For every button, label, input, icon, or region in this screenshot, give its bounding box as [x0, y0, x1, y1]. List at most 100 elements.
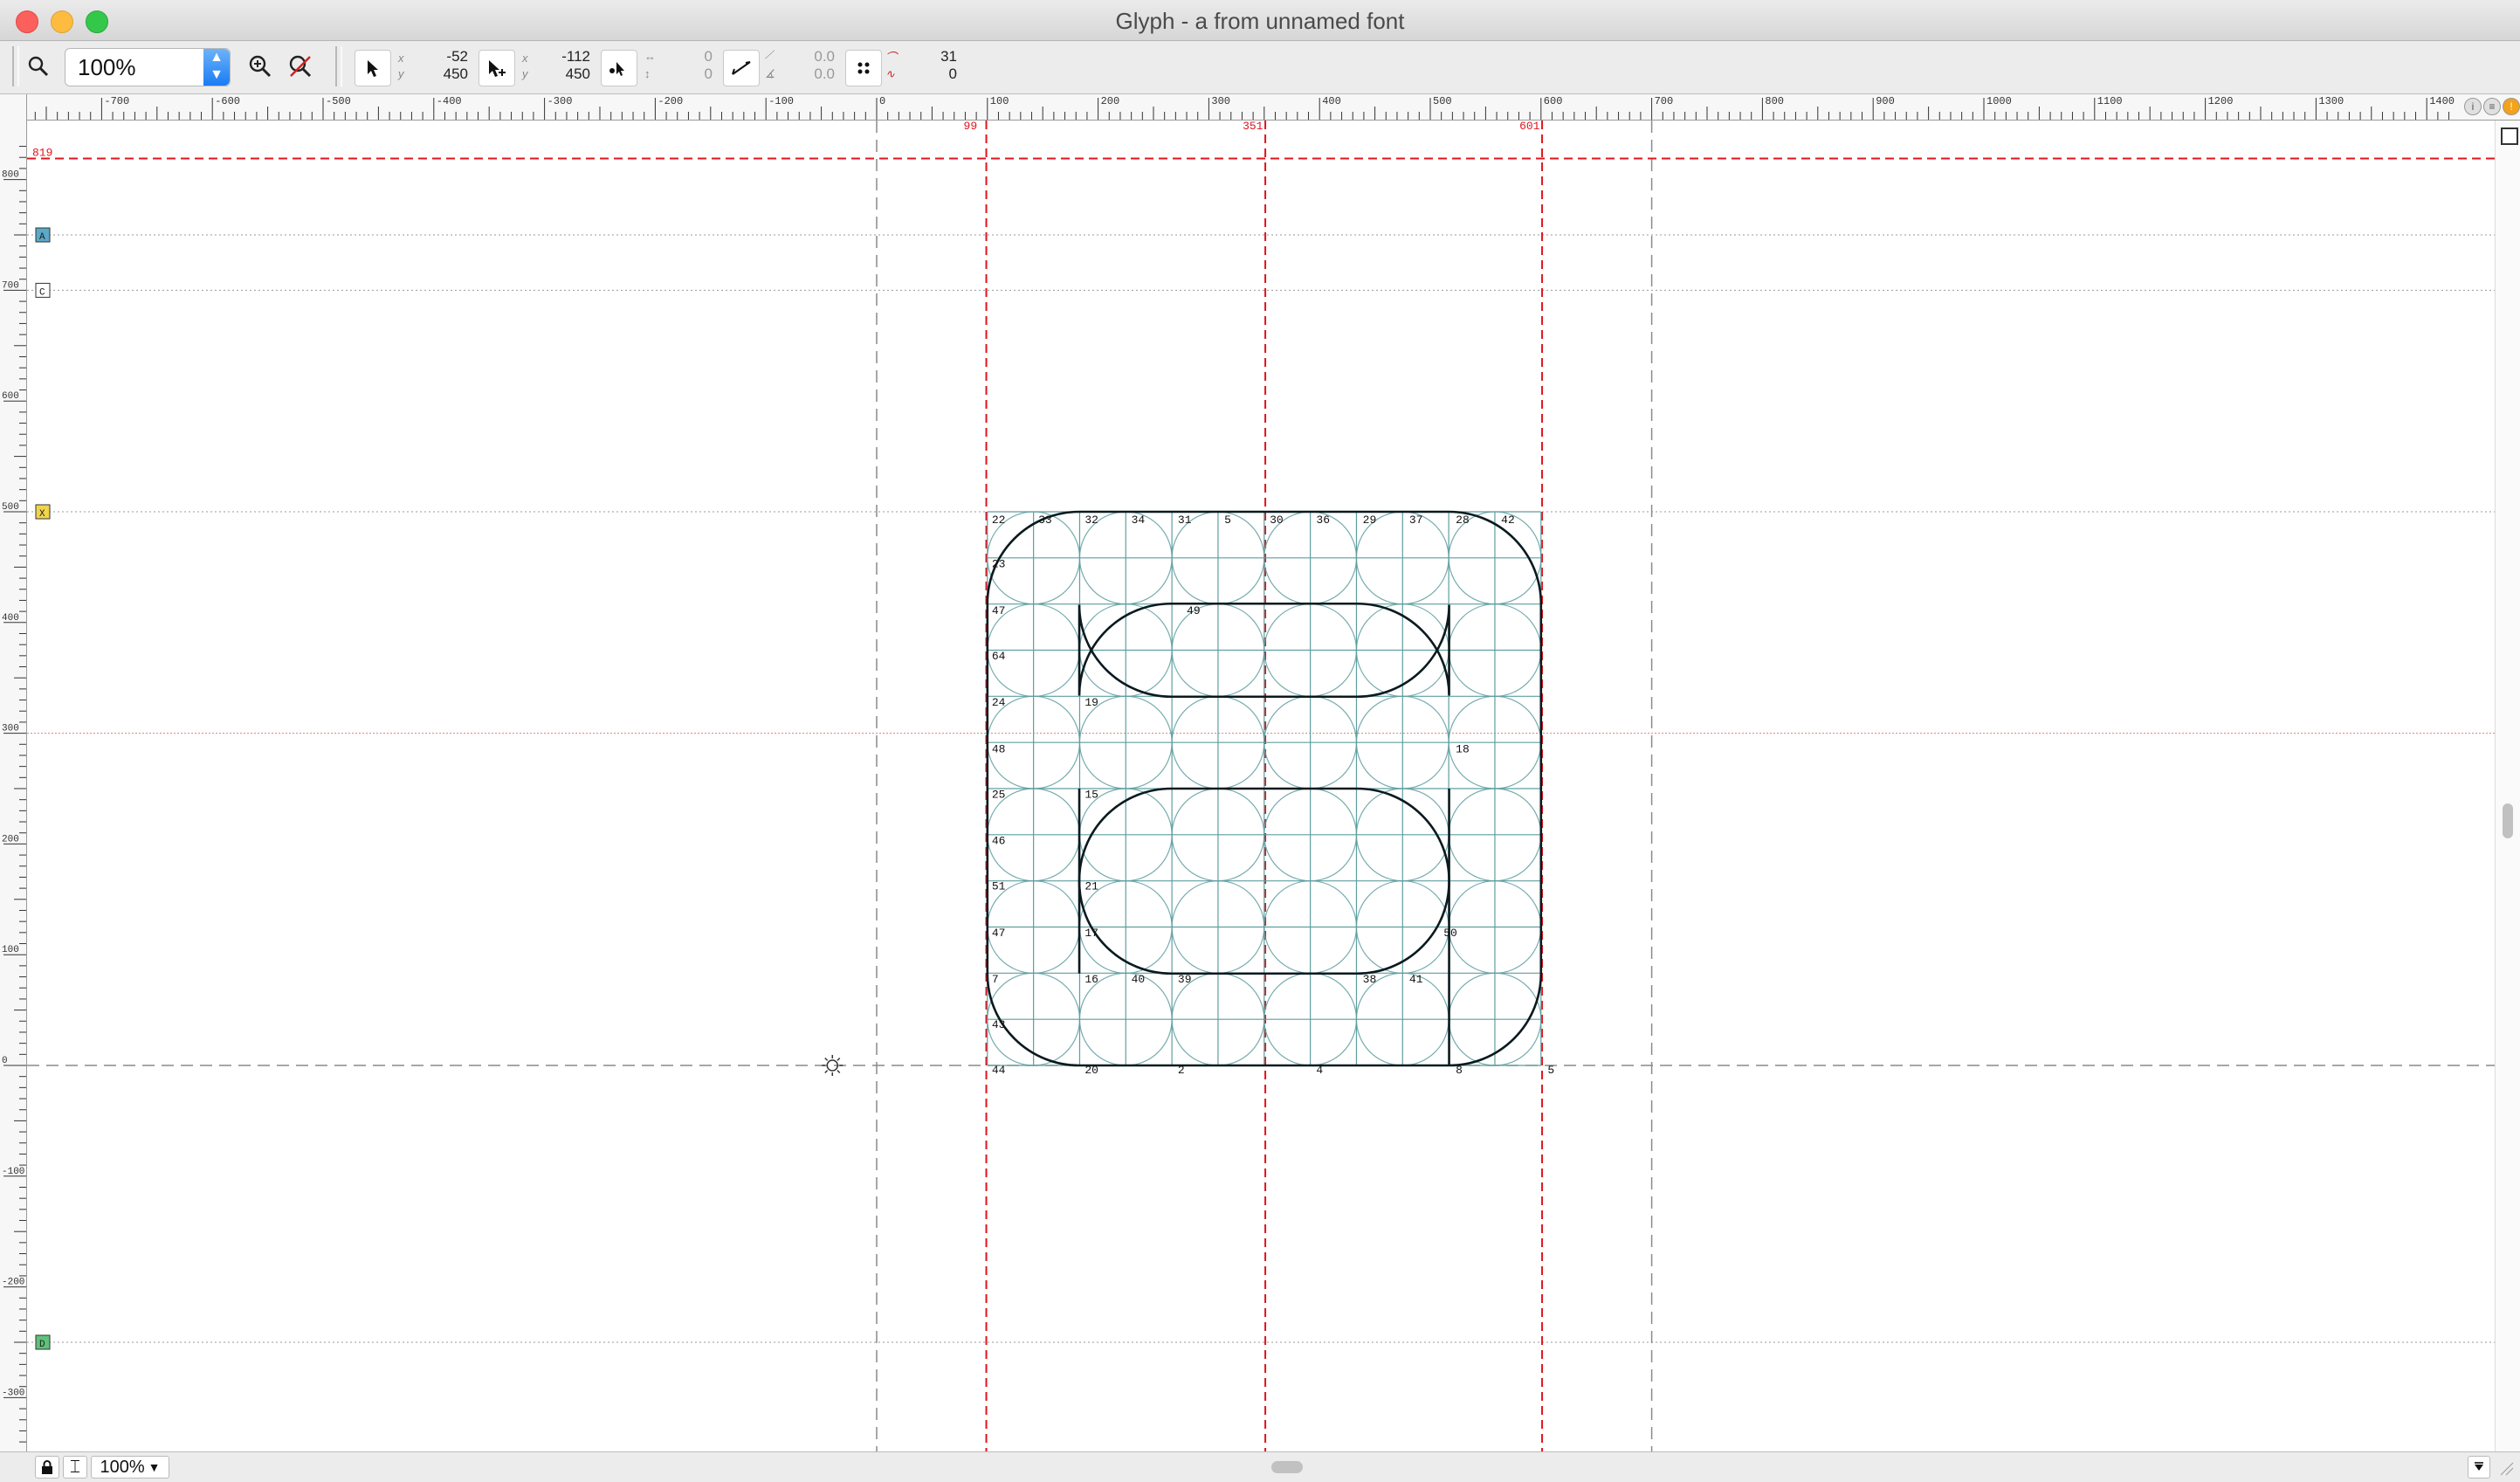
vertical-scroll-thumb[interactable]: [2503, 803, 2513, 838]
delta-x-value: 0: [704, 48, 713, 65]
ruler-label: 1000: [1986, 95, 2012, 107]
point-label: 5: [1224, 514, 1231, 527]
pointer2-x-value: -112: [561, 48, 590, 65]
ruler-label: 800: [1765, 95, 1784, 107]
origin-ray: [837, 1057, 841, 1061]
zoom-combo-value: 100%: [78, 54, 136, 80]
ruler-label: -300: [547, 95, 573, 107]
point-label: 47: [992, 927, 1006, 940]
ruler-label: -100: [768, 95, 794, 107]
zoom-out-magnifier-icon[interactable]: [24, 52, 52, 81]
bottom-menu-icon[interactable]: [2468, 1456, 2490, 1479]
metric-marker-label: A: [39, 232, 45, 243]
ruler-label: 500: [1433, 95, 1452, 107]
text-cursor-icon[interactable]: ⌶: [63, 1456, 87, 1479]
spline-count-icon: ∿: [885, 67, 895, 80]
point-label: 33: [1038, 514, 1052, 527]
zoom-combo-box[interactable]: 100% ▲ ▼: [65, 48, 231, 86]
lock-icon[interactable]: [35, 1456, 59, 1479]
layer-toggle-box[interactable]: [2501, 128, 2518, 145]
point-label: 25: [992, 788, 1006, 801]
point-label: 48: [992, 742, 1006, 755]
point-label: 7: [992, 973, 999, 986]
point-label: 44: [992, 1064, 1006, 1077]
ruler-label: -500: [326, 95, 351, 107]
slope-icon: ⟋: [765, 48, 774, 61]
ruler-label: 700: [2, 280, 19, 291]
add-point-pointer-icon[interactable]: [479, 50, 515, 86]
title-bar: Glyph - a from unnamed font: [0, 0, 2520, 41]
delta-y-value: 0: [704, 65, 713, 82]
point-label: 4: [1316, 1064, 1323, 1077]
guide-label: 601: [1519, 121, 1540, 133]
measure-tool-icon[interactable]: [601, 50, 637, 86]
pointer2-y-label: y: [522, 67, 528, 80]
window-title: Glyph - a from unnamed font: [1115, 8, 1405, 34]
point-label: 16: [1084, 973, 1098, 986]
angle-a-value: 0.0: [814, 48, 835, 65]
zoom-reset-icon[interactable]: [286, 52, 314, 81]
ruler-label: 0: [2, 1056, 8, 1066]
ruler-label: -700: [104, 95, 129, 107]
ruler-label: 400: [1322, 95, 1341, 107]
ruler-label: 1400: [2429, 95, 2455, 107]
ruler-label: 100: [2, 945, 19, 955]
ruler-option-a-icon[interactable]: i: [2464, 98, 2482, 115]
pointer2-x-label: x: [522, 52, 528, 65]
ruler-option-c-icon[interactable]: !: [2503, 98, 2520, 115]
ruler-label: -400: [437, 95, 462, 107]
ruler-label: 200: [1101, 95, 1120, 107]
point-label: 64: [992, 650, 1006, 663]
point-label: 38: [1363, 973, 1377, 986]
ruler-label: 600: [1544, 95, 1563, 107]
ruler-option-b-icon[interactable]: ≡: [2483, 98, 2501, 115]
point-label: 46: [992, 835, 1006, 848]
pointer-tool-icon[interactable]: [355, 50, 391, 86]
selected-points-icon[interactable]: [845, 50, 882, 86]
point-label: 8: [1456, 1064, 1463, 1077]
point-label: 29: [1363, 514, 1377, 527]
zoom-in-icon[interactable]: [246, 52, 274, 81]
ruler-tool-icon[interactable]: [723, 50, 760, 86]
toolbar-grip: [12, 46, 19, 86]
point-label: 47: [992, 604, 1006, 617]
glyph-outline-view[interactable]: ACXD99 351 60181922 33 32 34 31 5 30 36 29 37 28 4223…: [27, 121, 2495, 1451]
metric-marker-label: X: [39, 509, 45, 520]
vertical-ruler[interactable]: 800 700 600 500 400 300 200 100 0 -100 -200 -300: [0, 94, 27, 1478]
width-arrow-icon: ↔: [644, 50, 656, 63]
vertical-scrollbar[interactable]: [2495, 121, 2520, 1451]
ruler-label: -300: [2, 1388, 24, 1398]
ruler-label: 600: [2, 391, 19, 402]
glyph-canvas[interactable]: A C X D 99 351 601 819 22 33 32 34 31 5 30 36 29 37 28 42 23…: [27, 121, 2495, 1451]
point-label: 17: [1084, 927, 1098, 940]
angle-b-value: 0.0: [814, 65, 835, 82]
toolbar: 100% ▲ ▼ x y -52 450 x y -112 450 ↔ ↕ 0 0: [0, 41, 2520, 94]
pointer1-y-value: 450: [443, 65, 468, 82]
ruler-label: 1100: [2097, 95, 2123, 107]
origin-ray: [824, 1057, 829, 1061]
resize-grip-icon[interactable]: [2496, 1458, 2515, 1477]
status-bar: ⌶ 100% ▼: [0, 1451, 2520, 1480]
point-label: 32: [1084, 514, 1098, 527]
horizontal-scroll-thumb[interactable]: [1271, 1461, 1303, 1473]
ruler-label: -100: [2, 1167, 24, 1177]
ruler-label: 900: [1876, 95, 1895, 107]
ruler-label: 300: [1211, 95, 1230, 107]
point-label: 40: [1132, 973, 1146, 986]
origin-ray: [824, 1070, 829, 1074]
pointer1-y-label: y: [398, 67, 404, 80]
horizontal-ruler-ticks: -700 -600 -500 -400 -300 -200 -100 0 100 200 300 40…: [34, 95, 2455, 120]
pointer1-x-value: -52: [446, 48, 468, 65]
point-label: 36: [1316, 514, 1330, 527]
point-label: 37: [1409, 514, 1423, 527]
point-label: 15: [1084, 788, 1098, 801]
status-zoom-popup[interactable]: 100% ▼: [91, 1456, 169, 1479]
point-label: 42: [1501, 514, 1515, 527]
point-label: 49: [1187, 604, 1201, 617]
zoom-stepper[interactable]: ▲ ▼: [203, 49, 230, 86]
point-label: 28: [1456, 514, 1470, 527]
horizontal-ruler[interactable]: -700 -600 -500 -400 -300 -200 -100 0 100 200 300 40…: [0, 94, 2520, 121]
status-zoom-value: 100%: [100, 1457, 145, 1477]
point-label: 50: [1443, 927, 1457, 940]
guide-label: 819: [32, 147, 52, 160]
